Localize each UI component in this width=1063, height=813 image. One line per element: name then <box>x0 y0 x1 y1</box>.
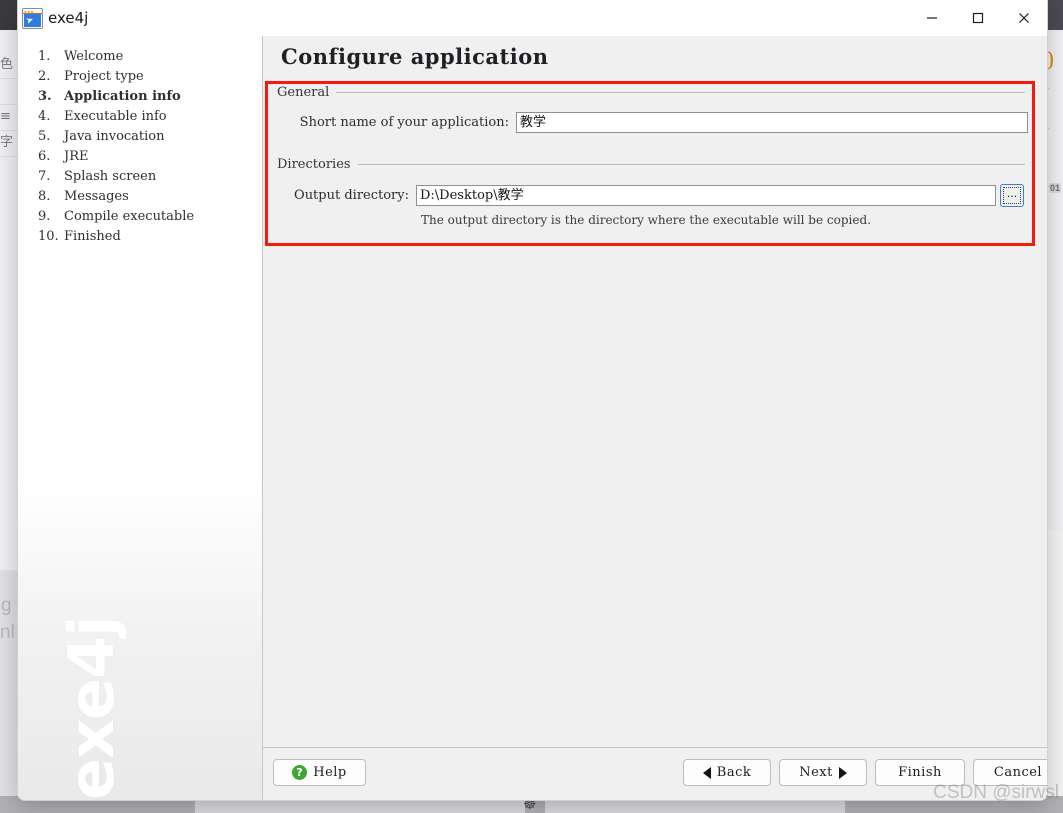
cancel-button[interactable]: Cancel <box>973 759 1047 786</box>
background-right-badge: 01 <box>1048 183 1061 193</box>
window-title: exe4j <box>48 9 89 27</box>
step-number: 3. <box>38 89 52 104</box>
sidebar-step-java-invocation[interactable]: 5. Java invocation <box>38 127 258 147</box>
step-number: 7. <box>38 169 51 184</box>
next-button[interactable]: Next <box>779 759 867 786</box>
wizard-button-bar: ? Help Back Next Finish Cancel <box>263 747 1047 800</box>
exe4j-app-icon: ●●● ➤ <box>22 8 43 29</box>
sidebar-step-splash-screen[interactable]: 7. Splash screen <box>38 167 258 187</box>
sidebar-step-compile-executable[interactable]: 9. Compile executable <box>38 207 258 227</box>
step-number: 6. <box>38 149 51 164</box>
exe4j-window: ●●● ➤ exe4j 1. Welcome 2. Project type 3… <box>17 0 1048 801</box>
chevron-right-icon <box>838 766 847 779</box>
sidebar-step-executable-info[interactable]: 4. Executable info <box>38 107 258 127</box>
directories-group-rule <box>357 164 1025 165</box>
back-button-label: Back <box>716 765 752 780</box>
browse-output-directory-button[interactable]: ... <box>1000 184 1024 207</box>
browse-button-label: ... <box>1006 186 1018 200</box>
step-label: Finished <box>64 229 121 244</box>
window-controls <box>909 0 1047 36</box>
sidebar-step-jre[interactable]: 6. JRE <box>38 147 258 167</box>
sidebar-step-project-type[interactable]: 2. Project type <box>38 67 258 87</box>
step-label: Compile executable <box>64 209 195 224</box>
short-name-row: Short name of your application: <box>289 112 1029 133</box>
directories-group-header: Directories <box>277 157 1025 172</box>
app-icon-body: ➤ <box>24 14 41 27</box>
maximize-icon[interactable] <box>955 0 1001 36</box>
finish-button-label: Finish <box>898 765 942 780</box>
general-group-label: General <box>277 85 330 100</box>
step-number: 2. <box>38 69 51 84</box>
step-label: Application info <box>64 89 181 104</box>
step-label: JRE <box>64 149 89 164</box>
wizard-content-panel: Configure application General Short name… <box>263 36 1047 800</box>
step-label: Project type <box>64 69 144 84</box>
step-label: Splash screen <box>64 169 157 184</box>
output-directory-hint: The output directory is the directory wh… <box>421 213 871 227</box>
step-number: 10. <box>38 229 59 244</box>
short-name-label: Short name of your application: <box>299 115 509 130</box>
step-label: Messages <box>64 189 129 204</box>
exe4j-watermark: exe4j <box>55 616 128 800</box>
background-fragment-0: g <box>1 595 12 616</box>
cancel-button-label: Cancel <box>993 765 1043 780</box>
general-group-header: General <box>277 85 1025 100</box>
finish-button[interactable]: Finish <box>875 759 965 786</box>
back-button[interactable]: Back <box>683 759 771 786</box>
sidebar-step-application-info[interactable]: 3. Application info <box>38 87 258 107</box>
window-body: 1. Welcome 2. Project type 3. Applicatio… <box>18 36 1047 800</box>
step-number: 9. <box>38 209 51 224</box>
app-icon-dots: ●●● <box>24 9 35 14</box>
output-directory-label: Output directory: <box>294 188 409 203</box>
directories-group-label: Directories <box>277 157 351 172</box>
help-button[interactable]: ? Help <box>273 759 366 786</box>
help-icon: ? <box>292 765 308 780</box>
minimize-icon[interactable] <box>909 0 955 36</box>
chevron-left-icon <box>702 766 711 779</box>
sidebar-step-welcome[interactable]: 1. Welcome <box>38 47 258 67</box>
step-label: Java invocation <box>64 129 165 144</box>
general-group-rule <box>336 92 1025 93</box>
sidebar-step-finished[interactable]: 10. Finished <box>38 227 258 247</box>
close-icon[interactable] <box>1001 0 1047 36</box>
step-number: 5. <box>38 129 51 144</box>
output-directory-input[interactable] <box>416 185 996 206</box>
wizard-steps-list: 1. Welcome 2. Project type 3. Applicatio… <box>38 47 258 247</box>
step-label: Welcome <box>64 49 124 64</box>
help-button-label: Help <box>313 765 347 780</box>
configure-application-form: General Short name of your application: … <box>269 85 1031 242</box>
step-number: 4. <box>38 109 51 124</box>
window-titlebar: ●●● ➤ exe4j <box>18 0 1047 36</box>
background-fragment-1: nl <box>0 622 15 643</box>
sidebar-step-messages[interactable]: 8. Messages <box>38 187 258 207</box>
short-name-input[interactable] <box>516 112 1028 133</box>
output-directory-row: Output directory: ... <box>289 184 1029 207</box>
app-icon-arrow: ➤ <box>24 14 35 27</box>
next-button-label: Next <box>799 765 833 780</box>
step-number: 8. <box>38 189 51 204</box>
step-number: 1. <box>38 49 51 64</box>
page-title: Configure application <box>281 44 549 69</box>
step-label: Executable info <box>64 109 167 124</box>
wizard-steps-sidebar: 1. Welcome 2. Project type 3. Applicatio… <box>18 36 263 800</box>
